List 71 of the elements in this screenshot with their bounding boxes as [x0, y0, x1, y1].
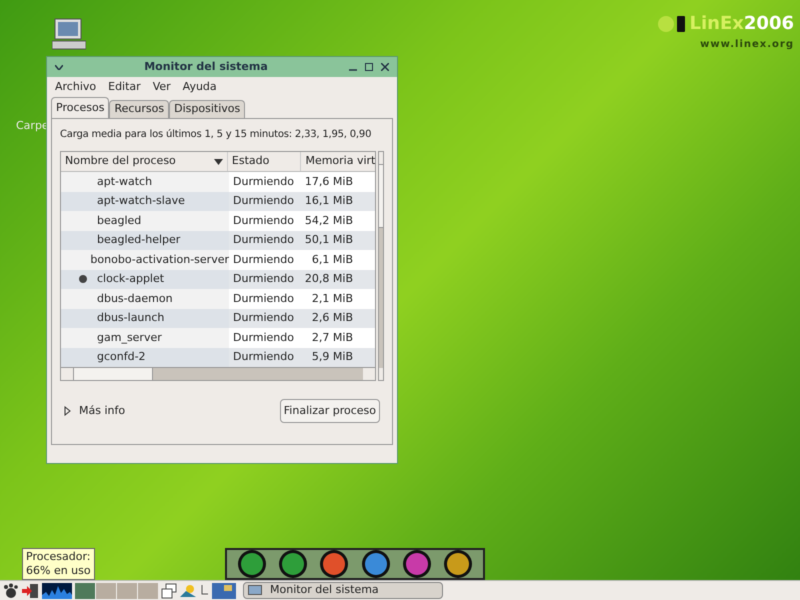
process-state: Durmiendo: [232, 174, 295, 190]
linex-logo: LinEx2006 www.linex.org: [658, 10, 794, 52]
launcher-icon[interactable]: [360, 549, 391, 579]
process-memory: 2,1 MiB: [310, 290, 353, 306]
landscape-icon[interactable]: [180, 582, 196, 598]
process-name: apt-watch: [97, 174, 152, 190]
process-state: Durmiendo: [232, 310, 295, 326]
process-memory: 16,1 MiB: [304, 193, 353, 209]
process-name: beagled-helper: [97, 232, 180, 248]
menu-item[interactable]: Editar: [108, 78, 141, 96]
expander-triangle-icon: [64, 406, 71, 416]
logo-emblem-icon: [658, 14, 686, 32]
process-name: clock-applet: [97, 271, 164, 287]
tooltip-text: 66% en uso: [26, 564, 91, 578]
process-memory: 2,7 MiB: [310, 330, 353, 346]
window-title: Monitor del sistema: [143, 58, 269, 75]
column-header[interactable]: Estado: [228, 152, 302, 171]
process-state: Durmiendo: [232, 193, 295, 209]
ball-icon: [79, 275, 87, 284]
more-info-expander[interactable]: Más info: [64, 402, 126, 420]
process-state: Durmiendo: [232, 252, 295, 268]
windows-icon[interactable]: [161, 582, 177, 598]
process-name: dbus-daemon: [97, 290, 173, 306]
column-header[interactable]: Memoria virt: [301, 152, 375, 171]
computer-icon[interactable]: [52, 18, 86, 50]
process-name: gconfd-2: [97, 349, 146, 365]
launcher-icon[interactable]: [278, 549, 308, 579]
launcher-icon[interactable]: [402, 549, 432, 579]
process-memory: 5,9 MiB: [310, 349, 353, 365]
process-name: apt-watch-slave: [97, 193, 185, 209]
monitor-icon: [248, 584, 262, 596]
sort-caret-icon: [214, 158, 223, 164]
tab[interactable]: Dispositivos: [169, 100, 246, 118]
process-name: beagled: [97, 212, 142, 228]
close-icon[interactable]: [381, 63, 389, 71]
workspace-button[interactable]: [75, 582, 95, 598]
window-menu-icon[interactable]: [55, 64, 63, 70]
process-state: Durmiendo: [232, 290, 295, 306]
tab[interactable]: Recursos: [109, 100, 170, 118]
process-name: gam_server: [97, 330, 162, 346]
process-state: Durmiendo: [232, 330, 295, 346]
process-state: Durmiendo: [232, 212, 295, 228]
process-name: dbus-launch: [97, 310, 164, 326]
process-memory: 6,1 MiB: [310, 252, 353, 268]
launcher-icon[interactable]: [236, 549, 267, 579]
launcher-icon[interactable]: [443, 549, 474, 579]
tab[interactable]: Procesos: [51, 97, 110, 118]
process-memory: 54,2 MiB: [304, 212, 353, 228]
tooltip-text: Procesador:: [26, 550, 91, 564]
process-memory: 50,1 MiB: [304, 232, 353, 248]
menu-item[interactable]: Ver: [152, 78, 171, 96]
launcher-icon[interactable]: [319, 549, 350, 579]
end-process-button[interactable]: Finalizar proceso: [280, 399, 380, 423]
process-state: Durmiendo: [232, 232, 295, 248]
task-button[interactable]: Monitor del sistema: [243, 582, 443, 599]
process-memory: 17,6 MiB: [304, 174, 353, 190]
vertical-scrollbar[interactable]: [378, 151, 384, 381]
process-name: bonobo-activation-server: [90, 252, 229, 268]
horizontal-scrollbar[interactable]: [61, 367, 375, 380]
menu-item[interactable]: Archivo: [55, 78, 96, 96]
column-header[interactable]: Nombre del proceso: [61, 152, 228, 171]
process-memory: 2,6 MiB: [310, 310, 353, 326]
load-average-text: Carga media para los últimos 1, 5 y 15 minutos: 2,33, 1,95, 0,90: [60, 128, 372, 141]
process-state: Durmiendo: [232, 271, 295, 287]
cpu-graph-icon[interactable]: [42, 582, 72, 598]
logout-icon[interactable]: [21, 582, 39, 598]
menu-item[interactable]: Ayuda: [182, 78, 217, 96]
process-memory: 20,8 MiB: [304, 271, 353, 287]
foot-icon[interactable]: [2, 582, 18, 598]
maximize-icon[interactable]: [365, 63, 373, 71]
process-state: Durmiendo: [232, 349, 295, 365]
